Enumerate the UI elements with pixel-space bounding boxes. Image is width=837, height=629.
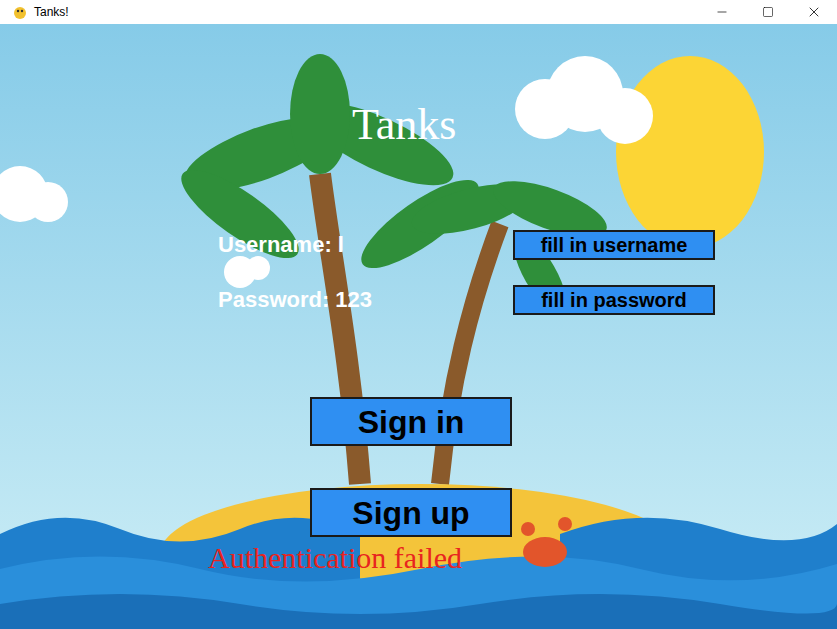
close-button[interactable] <box>791 0 837 24</box>
maximize-icon <box>762 6 774 18</box>
field-text: Username: l <box>218 228 513 261</box>
fill-button[interactable]: fill in username <box>513 230 715 260</box>
game-canvas: TanksUsername: lfill in usernamePassword… <box>0 24 837 629</box>
login-row: Username: lfill in username <box>0 228 837 261</box>
minimize-icon <box>715 5 729 19</box>
action-button[interactable]: Sign in <box>310 397 512 446</box>
action-button[interactable]: Sign up <box>310 488 512 537</box>
app-window: Tanks!TanksUsername: lfill in usernamePa… <box>0 0 837 629</box>
title-bar: Tanks! <box>0 0 837 24</box>
field-text: Password: 123 <box>218 283 513 316</box>
game-title: Tanks <box>0 100 837 150</box>
maximize-button[interactable] <box>745 0 791 24</box>
login-row: Password: 123fill in password <box>0 283 837 316</box>
minimize-button[interactable] <box>699 0 745 24</box>
window-title: Tanks! <box>34 3 69 21</box>
close-icon <box>806 4 822 20</box>
error-message: Authentication failed <box>0 541 837 575</box>
fill-button[interactable]: fill in password <box>513 285 715 315</box>
pygame-icon <box>12 4 28 20</box>
